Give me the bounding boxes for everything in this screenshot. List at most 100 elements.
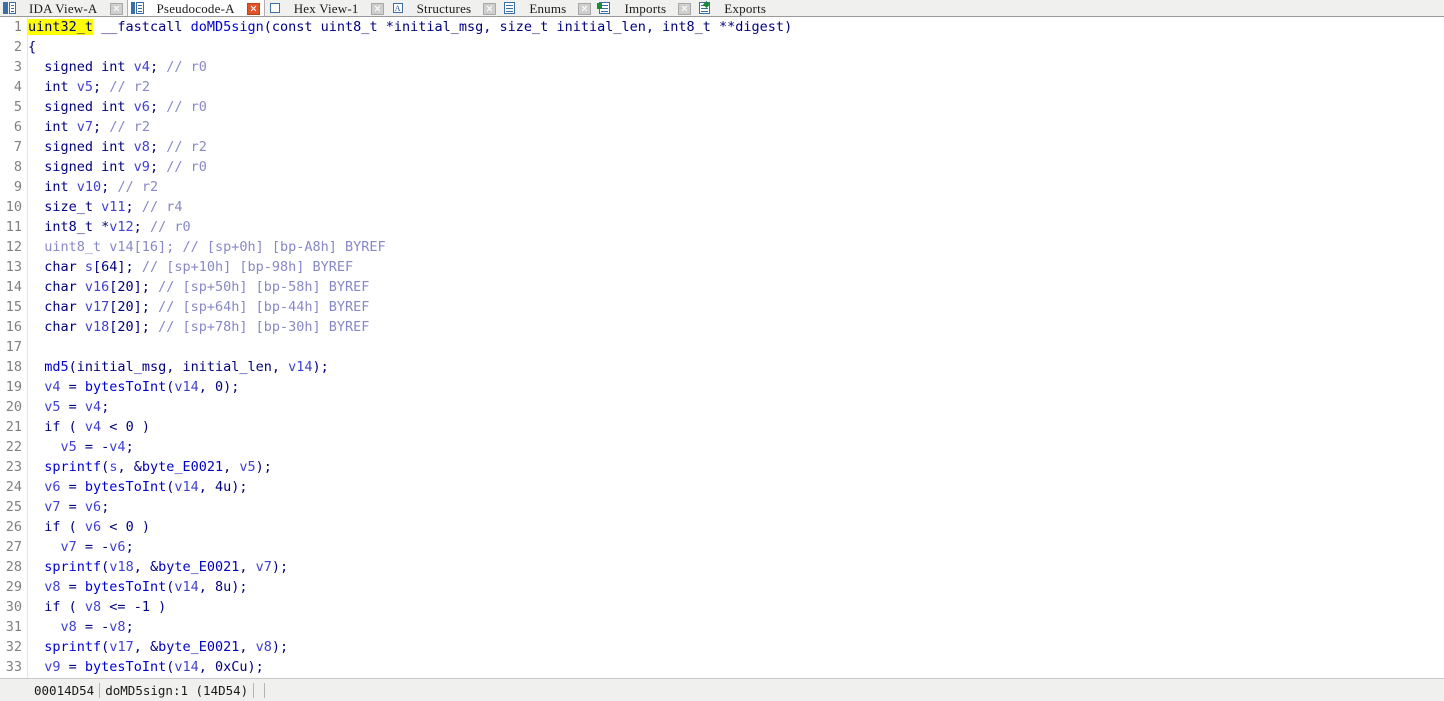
code-line[interactable]: 26 if ( v6 < 0 ) bbox=[0, 517, 1444, 537]
code-line-text[interactable]: v8 = bytesToInt(v14, 8u); bbox=[22, 577, 247, 597]
code-line[interactable]: 29 v8 = bytesToInt(v14, 8u); bbox=[0, 577, 1444, 597]
code-line-text[interactable]: md5(initial_msg, initial_len, v14); bbox=[22, 357, 329, 377]
code-line[interactable]: 14 char v16[20]; // [sp+50h] [bp-58h] BY… bbox=[0, 277, 1444, 297]
code-line[interactable]: 31 v8 = -v8; bbox=[0, 617, 1444, 637]
code-line-text[interactable]: v9 = bytesToInt(v14, 0xCu); bbox=[22, 657, 264, 677]
code-line[interactable]: 9 int v10; // r2 bbox=[0, 177, 1444, 197]
code-line[interactable]: 25 v7 = v6; bbox=[0, 497, 1444, 517]
code-line[interactable]: 18 md5(initial_msg, initial_len, v14); bbox=[0, 357, 1444, 377]
code-variable: v8 bbox=[44, 579, 61, 595]
close-icon[interactable] bbox=[109, 2, 123, 15]
code-line-text[interactable]: v5 = -v4; bbox=[22, 437, 134, 457]
code-line[interactable]: 27 v7 = -v6; bbox=[0, 537, 1444, 557]
code-line-text[interactable]: char v16[20]; // [sp+50h] [bp-58h] BYREF bbox=[22, 277, 369, 297]
line-number: 13 bbox=[5, 259, 22, 275]
code-line[interactable]: 32 sprintf(v17, &byte_E0021, v8); bbox=[0, 637, 1444, 657]
code-line[interactable]: 2{ bbox=[0, 37, 1444, 57]
code-line-text[interactable]: v4 = bytesToInt(v14, 0); bbox=[22, 377, 239, 397]
tab-structures[interactable]: A Structures bbox=[388, 0, 501, 16]
tab-hex-view-1[interactable]: Hex View-1 bbox=[265, 0, 388, 16]
code-line-text[interactable]: char v17[20]; // [sp+64h] [bp-44h] BYREF bbox=[22, 297, 369, 317]
code-line-text[interactable]: if ( v4 < 0 ) bbox=[22, 417, 150, 437]
code-line[interactable]: 10 size_t v11; // r4 bbox=[0, 197, 1444, 217]
close-icon[interactable] bbox=[578, 2, 592, 15]
code-line[interactable]: 4 int v5; // r2 bbox=[0, 77, 1444, 97]
code-token: 0xCu bbox=[215, 659, 248, 675]
code-line[interactable]: 16 char v18[20]; // [sp+78h] [bp-30h] BY… bbox=[0, 317, 1444, 337]
code-line-text[interactable]: sprintf(v18, &byte_E0021, v7); bbox=[22, 557, 288, 577]
code-line-text[interactable]: { bbox=[22, 37, 36, 57]
code-line-text[interactable]: size_t v11; // r4 bbox=[22, 197, 182, 217]
code-line[interactable]: 19 v4 = bytesToInt(v14, 0); bbox=[0, 377, 1444, 397]
code-line[interactable]: 22 v5 = -v4; bbox=[0, 437, 1444, 457]
view-tab-bar[interactable]: IDA View-A Pseudocode-A Hex View-1 A Structu… bbox=[0, 0, 1444, 17]
code-line-text[interactable]: signed int v6; // r0 bbox=[22, 97, 207, 117]
code-line-text[interactable]: int v7; // r2 bbox=[22, 117, 150, 137]
code-line[interactable]: 12 uint8_t v14[16]; // [sp+0h] [bp-A8h] … bbox=[0, 237, 1444, 257]
code-token: digest bbox=[735, 19, 785, 35]
code-line-text[interactable]: if ( v6 < 0 ) bbox=[22, 517, 150, 537]
line-number: 23 bbox=[5, 459, 22, 475]
code-line-text[interactable]: v8 = -v8; bbox=[22, 617, 134, 637]
code-line[interactable]: 8 signed int v9; // r0 bbox=[0, 157, 1444, 177]
code-line-text[interactable]: signed int v8; // r2 bbox=[22, 137, 207, 157]
code-line-text[interactable]: uint8_t v14[16]; // [sp+0h] [bp-A8h] BYR… bbox=[22, 237, 385, 257]
code-line[interactable]: 24 v6 = bytesToInt(v14, 4u); bbox=[0, 477, 1444, 497]
code-line-text[interactable]: signed int v9; // r0 bbox=[22, 157, 207, 177]
code-line-text[interactable]: int v5; // r2 bbox=[22, 77, 150, 97]
code-line[interactable]: 6 int v7; // r2 bbox=[0, 117, 1444, 137]
code-variable: v8 bbox=[109, 619, 126, 635]
tab-exports[interactable]: Exports bbox=[695, 0, 782, 16]
code-line-text[interactable]: if ( v8 <= -1 ) bbox=[22, 597, 166, 617]
code-line[interactable]: 7 signed int v8; // r2 bbox=[0, 137, 1444, 157]
close-icon[interactable] bbox=[246, 2, 260, 15]
code-line-text[interactable]: char v18[20]; // [sp+78h] [bp-30h] BYREF bbox=[22, 317, 369, 337]
code-token: ( bbox=[263, 19, 272, 35]
code-line-text[interactable]: char s[64]; // [sp+10h] [bp-98h] BYREF bbox=[22, 257, 353, 277]
code-line[interactable]: 13 char s[64]; // [sp+10h] [bp-98h] BYRE… bbox=[0, 257, 1444, 277]
code-line[interactable]: 1 uint32_t __fastcall doMD5sign(const uin… bbox=[0, 17, 1444, 37]
tab-imports[interactable]: Imports bbox=[595, 0, 695, 16]
close-icon[interactable] bbox=[370, 2, 384, 15]
tab-pseudocode-a[interactable]: Pseudocode-A bbox=[126, 0, 265, 16]
tab-enums[interactable]: Enums bbox=[500, 0, 595, 16]
code-token: <= bbox=[101, 599, 134, 615]
code-line-text[interactable]: signed int v4; // r0 bbox=[22, 57, 207, 77]
code-line[interactable]: 30 if ( v8 <= -1 ) bbox=[0, 597, 1444, 617]
code-line-text[interactable]: int v10; // r2 bbox=[22, 177, 158, 197]
code-line-text[interactable]: v5 = v4; bbox=[22, 397, 109, 417]
code-line-text[interactable]: uint32_t __fastcall doMD5sign(const uint… bbox=[22, 17, 792, 37]
code-token: size_t bbox=[499, 19, 549, 35]
code-comment: // [sp+78h] [bp-30h] BYREF bbox=[158, 319, 370, 335]
code-token: 0 bbox=[125, 519, 134, 535]
code-line[interactable]: 23 sprintf(s, &byte_E0021, v5); bbox=[0, 457, 1444, 477]
code-comment: v14 bbox=[109, 239, 134, 255]
code-line[interactable]: 20 v5 = v4; bbox=[0, 397, 1444, 417]
code-line[interactable]: 5 signed int v6; // r0 bbox=[0, 97, 1444, 117]
code-token: ) bbox=[133, 519, 150, 535]
code-line[interactable]: 15 char v17[20]; // [sp+64h] [bp-44h] BY… bbox=[0, 297, 1444, 317]
tab-label: Pseudocode-A bbox=[156, 0, 235, 16]
pseudocode-editor[interactable]: 1 uint32_t __fastcall doMD5sign(const uin… bbox=[0, 17, 1444, 678]
tab-ida-view-a[interactable]: IDA View-A bbox=[0, 0, 127, 16]
code-line-text[interactable]: sprintf(s, &byte_E0021, v5); bbox=[22, 457, 272, 477]
code-line-text[interactable]: v7 = -v6; bbox=[22, 537, 134, 557]
code-token: 0 bbox=[215, 379, 224, 395]
code-variable: v10 bbox=[76, 179, 102, 195]
code-line[interactable]: 28 sprintf(v18, &byte_E0021, v7); bbox=[0, 557, 1444, 577]
code-line-text[interactable]: v7 = v6; bbox=[22, 497, 109, 517]
code-line-text[interactable]: int8_t *v12; // r0 bbox=[22, 217, 190, 237]
code-line-text[interactable]: v6 = bytesToInt(v14, 4u); bbox=[22, 477, 247, 497]
code-line[interactable]: 11 int8_t *v12; // r0 bbox=[0, 217, 1444, 237]
line-number: 28 bbox=[5, 559, 22, 575]
code-line[interactable]: 17 bbox=[0, 337, 1444, 357]
close-icon[interactable] bbox=[483, 2, 497, 15]
code-line-list[interactable]: 1 uint32_t __fastcall doMD5sign(const uin… bbox=[0, 17, 1444, 677]
close-icon[interactable] bbox=[678, 2, 692, 15]
code-line[interactable]: 21 if ( v4 < 0 ) bbox=[0, 417, 1444, 437]
code-line-text[interactable]: sprintf(v17, &byte_E0021, v8); bbox=[22, 637, 288, 657]
code-line[interactable]: 33 v9 = bytesToInt(v14, 0xCu); bbox=[0, 657, 1444, 677]
code-line[interactable]: 3 signed int v4; // r0 bbox=[0, 57, 1444, 77]
